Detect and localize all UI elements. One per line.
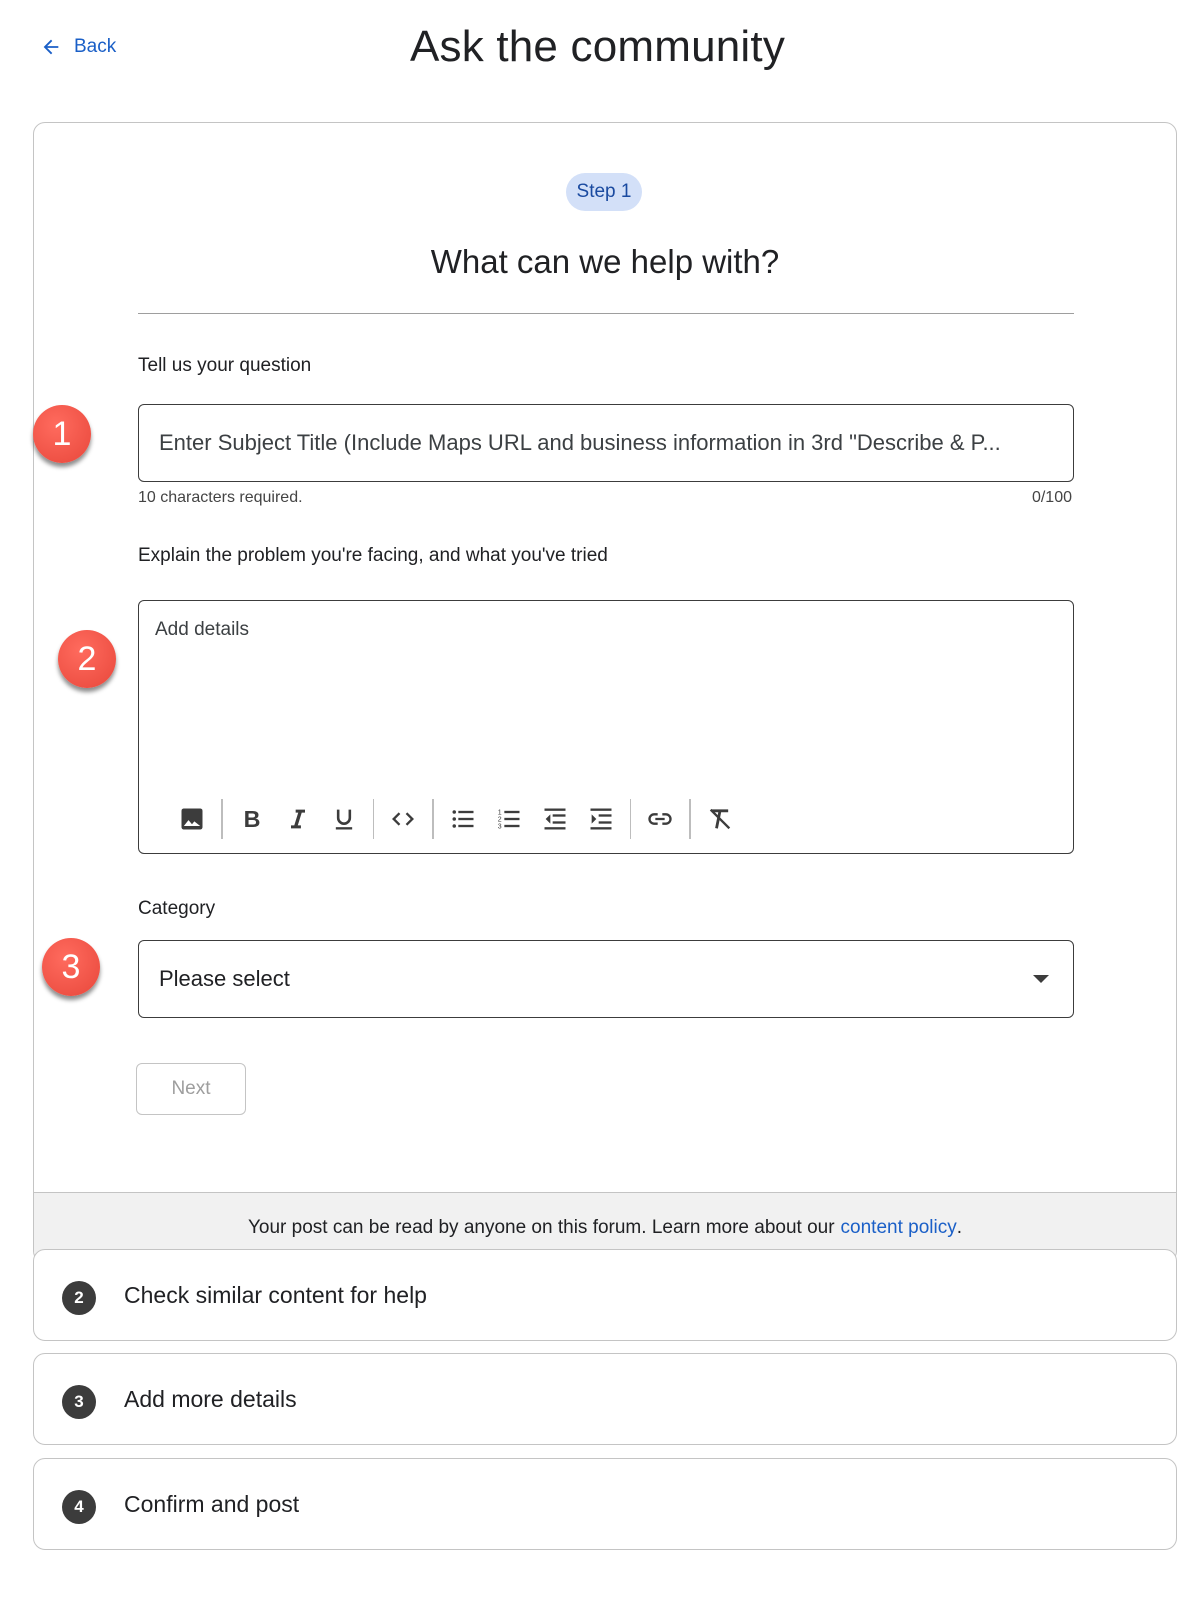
- svg-text:1: 1: [497, 809, 501, 816]
- dropdown-caret-icon: [1033, 975, 1049, 983]
- step-card-4[interactable]: 4 Confirm and post: [33, 1458, 1177, 1550]
- question-counter: 0/100: [1031, 489, 1072, 506]
- italic-icon: [290, 809, 305, 829]
- clear-formatting-icon: [709, 808, 730, 830]
- step-card-3[interactable]: 3 Add more details: [33, 1353, 1177, 1445]
- content-policy-link[interactable]: content policy: [841, 1217, 957, 1239]
- image-icon: [181, 808, 203, 830]
- divider: [138, 313, 1074, 314]
- svg-text:2: 2: [497, 816, 501, 823]
- insert-link-button[interactable]: [637, 799, 683, 839]
- increase-indent-button[interactable]: [578, 799, 624, 839]
- annotation-marker-1: 1: [33, 405, 91, 463]
- step-label: Confirm and post: [124, 1490, 300, 1517]
- code-icon: [392, 812, 414, 826]
- editor-toolbar: B 123: [169, 799, 743, 839]
- underline-button[interactable]: [321, 799, 367, 839]
- question-label: Tell us your question: [138, 355, 312, 376]
- svg-text:3: 3: [497, 823, 501, 830]
- category-select[interactable]: Please select: [138, 940, 1074, 1018]
- clear-formatting-button[interactable]: [697, 799, 743, 839]
- numbered-list-button[interactable]: 123: [486, 799, 532, 839]
- step-number-badge: 2: [62, 1281, 96, 1315]
- bulleted-list-icon: [452, 810, 473, 828]
- toolbar-separator: [221, 799, 223, 839]
- underline-icon: [335, 809, 352, 830]
- category-label: Category: [138, 898, 216, 919]
- details-editor[interactable]: Add details B 123: [138, 600, 1074, 854]
- step-card-2[interactable]: 2 Check similar content for help: [33, 1249, 1177, 1341]
- step-number-badge: 3: [62, 1385, 96, 1419]
- category-selected-value: Please select: [159, 966, 290, 991]
- bulleted-list-button[interactable]: [440, 799, 486, 839]
- policy-text: Your post can be read by anyone on this …: [247, 1216, 835, 1238]
- annotation-marker-2: 2: [58, 630, 116, 688]
- details-placeholder: Add details: [155, 619, 250, 640]
- step-label: Check similar content for help: [124, 1281, 427, 1308]
- step-title: What can we help with?: [430, 243, 780, 280]
- step-label: Add more details: [124, 1385, 297, 1412]
- bold-icon: B: [243, 806, 260, 832]
- question-hint: 10 characters required.: [138, 489, 303, 506]
- page-title: Ask the community: [409, 22, 786, 71]
- policy-suffix: .: [956, 1216, 963, 1238]
- step-number-badge: 4: [62, 1490, 96, 1524]
- next-button[interactable]: Next: [136, 1063, 246, 1115]
- details-label: Explain the problem you're facing, and w…: [138, 545, 608, 566]
- toolbar-separator: [372, 799, 374, 839]
- code-button[interactable]: [380, 799, 426, 839]
- bold-button[interactable]: B: [229, 799, 275, 839]
- svg-text:B: B: [243, 806, 260, 832]
- question-input[interactable]: [138, 404, 1074, 482]
- annotation-marker-3: 3: [42, 938, 100, 996]
- step-chip: Step 1: [566, 173, 642, 211]
- decrease-indent-button[interactable]: [532, 799, 578, 839]
- decrease-indent-icon: [544, 808, 565, 830]
- toolbar-separator: [689, 799, 691, 839]
- insert-image-button[interactable]: [169, 799, 215, 839]
- link-icon: [648, 813, 672, 825]
- numbered-list-icon: 123: [497, 809, 519, 830]
- italic-button[interactable]: [275, 799, 321, 839]
- toolbar-separator: [629, 799, 631, 839]
- toolbar-separator: [432, 799, 434, 839]
- step1-card: Step 1 What can we help with? Tell us yo…: [33, 122, 1177, 1263]
- increase-indent-icon: [590, 808, 611, 830]
